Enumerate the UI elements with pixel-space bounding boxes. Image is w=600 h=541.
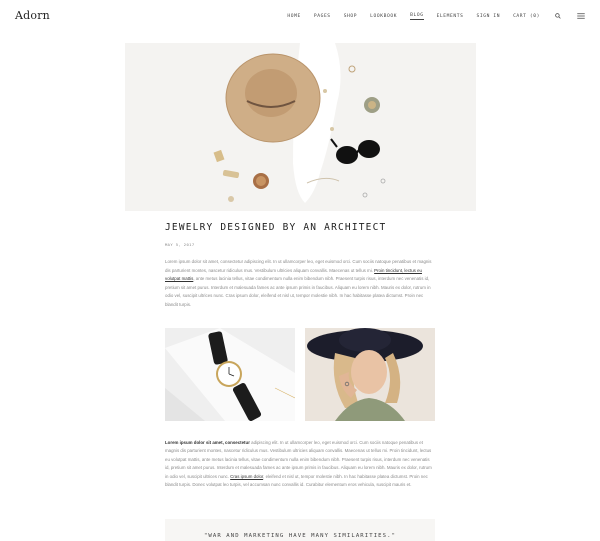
nav-blog[interactable]: BLOG xyxy=(410,13,424,20)
post-title[interactable]: JEWELRY DESIGNED BY AN ARCHITECT xyxy=(165,222,435,233)
site-logo[interactable]: Adorn xyxy=(15,9,50,22)
search-icon[interactable] xyxy=(553,12,563,20)
para2-bold-lead: Lorem ipsum dolor sit amet, consectetur xyxy=(165,440,250,445)
nav-lookbook[interactable]: LOOKBOOK xyxy=(370,14,397,19)
hero-image[interactable] xyxy=(125,43,476,211)
hamburger-menu-icon[interactable] xyxy=(576,12,586,20)
nav-pages[interactable]: PAGES xyxy=(314,14,331,19)
para2-link[interactable]: Cras ipsum dolor xyxy=(230,474,263,479)
post-paragraph-2: Lorem ipsum dolor sit amet, consectetur … xyxy=(165,439,435,489)
main-nav: HOME PAGES SHOP LOOKBOOK BLOG ELEMENTS S… xyxy=(287,12,586,20)
nav-shop[interactable]: SHOP xyxy=(344,14,357,19)
blockquote: "WAR AND MARKETING HAVE MANY SIMILARITIE… xyxy=(165,519,435,541)
nav-sign-in[interactable]: SIGN IN xyxy=(477,14,501,19)
quote-text: "WAR AND MARKETING HAVE MANY SIMILARITIE… xyxy=(203,533,397,539)
nav-cart[interactable]: CART (0) xyxy=(513,14,540,19)
para1-text-b: , ante metus lacinia tellus, vitae condi… xyxy=(165,276,431,307)
post-date: MAY 5, 2017 xyxy=(165,242,195,247)
post-paragraph-1: Lorem ipsum dolor sit amet, consectetur … xyxy=(165,258,435,310)
nav-home[interactable]: HOME xyxy=(287,14,300,19)
site-header: Adorn HOME PAGES SHOP LOOKBOOK BLOG ELEM… xyxy=(0,0,600,34)
nav-elements[interactable]: ELEMENTS xyxy=(437,14,464,19)
blog-post: JEWELRY DESIGNED BY AN ARCHITECT MAY 5, … xyxy=(165,222,435,310)
watch-image[interactable] xyxy=(165,328,295,421)
post-gallery xyxy=(165,328,435,421)
model-image[interactable] xyxy=(305,328,435,421)
